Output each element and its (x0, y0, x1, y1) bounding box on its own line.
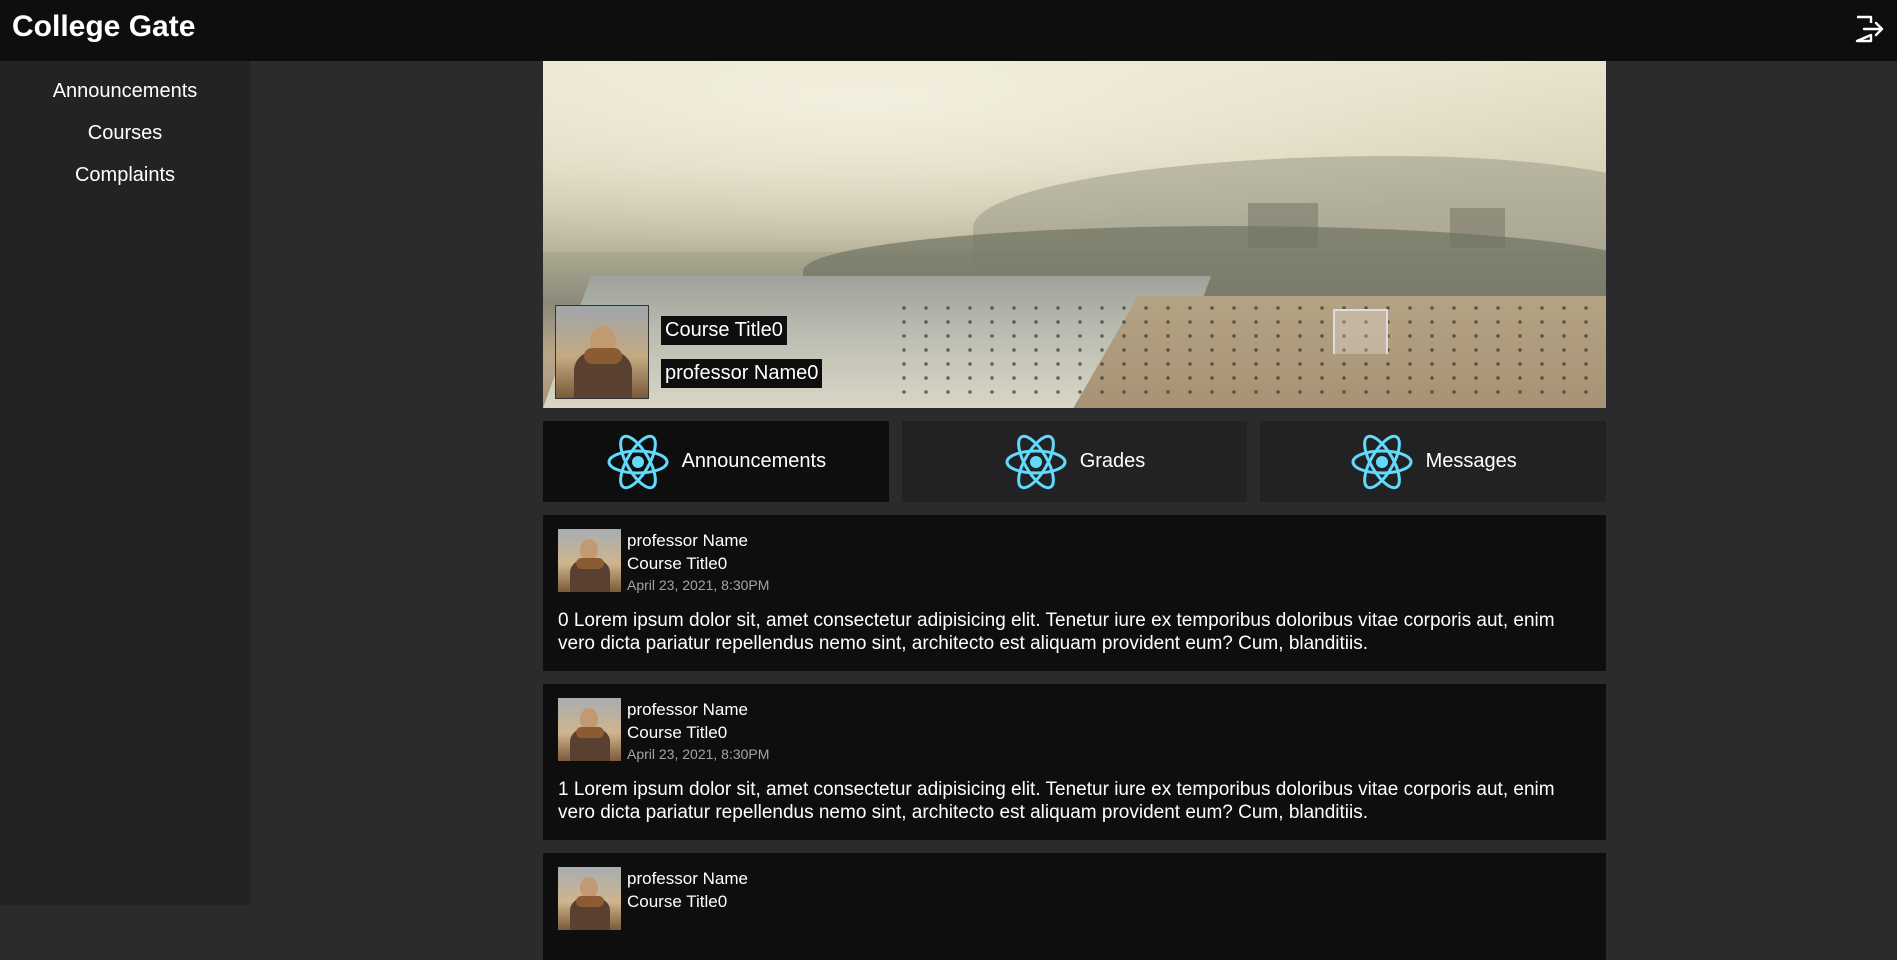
announcement-post: professor Name Course Title0 (543, 853, 1606, 960)
professor-avatar (555, 305, 649, 399)
post-body: 0 Lorem ipsum dolor sit, amet consectetu… (558, 610, 1555, 654)
avatar (558, 698, 621, 761)
post-date: April 23, 2021, 8:30PM (627, 746, 770, 762)
post-course: Course Title0 (627, 892, 728, 911)
course-banner: Course Title0 professor Name0 (543, 61, 1606, 408)
post-body: 1 Lorem ipsum dolor sit, amet consectetu… (558, 779, 1555, 823)
logout-icon[interactable] (1853, 14, 1885, 44)
tab-grades[interactable]: Grades (901, 421, 1248, 502)
sidebar-item-complaints[interactable]: Complaints (0, 154, 250, 196)
post-course: Course Title0 (627, 723, 728, 742)
tab-label: Announcements (681, 450, 827, 472)
tab-announcements[interactable]: Announcements (543, 421, 889, 502)
course-tabs: Announcements Grades Messages (543, 421, 1607, 502)
tab-messages[interactable]: Messages (1260, 421, 1607, 502)
main-content: Course Title0 professor Name0 Announceme… (543, 61, 1607, 960)
banner-crowd (893, 301, 1593, 401)
sidebar: Announcements Courses Complaints (0, 61, 250, 905)
course-title: Course Title0 (661, 316, 787, 345)
react-icon (1351, 434, 1413, 489)
avatar (558, 529, 621, 592)
tab-label: Messages (1425, 450, 1517, 472)
post-author: professor Name (627, 869, 748, 888)
banner-lifeguard-tower (1333, 309, 1388, 354)
post-author: professor Name (627, 700, 748, 719)
sidebar-item-courses[interactable]: Courses (0, 112, 250, 154)
post-course: Course Title0 (627, 554, 728, 573)
react-icon (1005, 434, 1067, 489)
announcement-post: professor Name Course Title0 April 23, 2… (543, 515, 1606, 671)
announcement-post: professor Name Course Title0 April 23, 2… (543, 684, 1606, 840)
app-title[interactable]: College Gate (12, 10, 195, 44)
post-author: professor Name (627, 531, 748, 550)
top-bar: College Gate (0, 0, 1897, 61)
post-date: April 23, 2021, 8:30PM (627, 577, 770, 593)
professor-name: professor Name0 (661, 359, 823, 388)
react-icon (607, 434, 669, 489)
avatar (558, 867, 621, 930)
sidebar-item-announcements[interactable]: Announcements (0, 70, 250, 112)
tab-label: Grades (1079, 450, 1146, 472)
